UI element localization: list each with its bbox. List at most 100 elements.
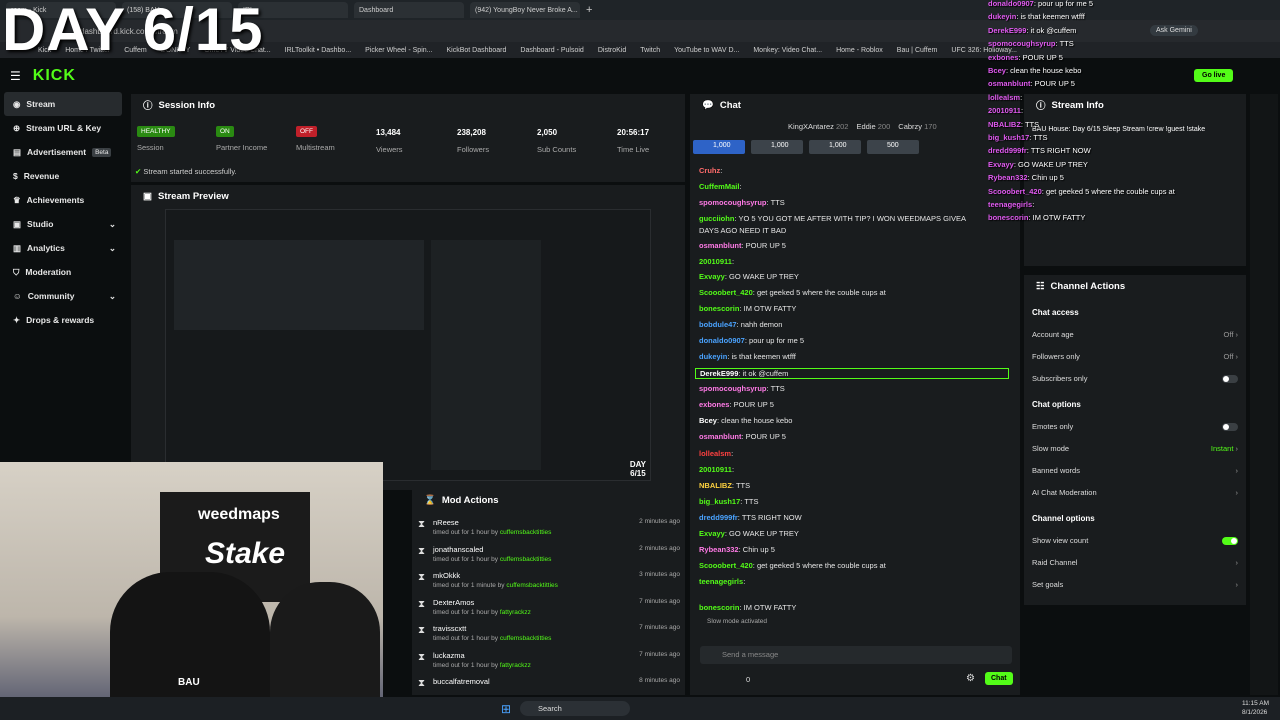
chat-message[interactable]: gucciiohn: YO 5 YOU GOT ME AFTER WITH TI… (699, 214, 966, 223)
bookmark[interactable]: Dashboard - Pulsoid (520, 47, 583, 54)
chat-message[interactable]: Scooobert_420: get geeked 5 where the co… (699, 288, 886, 297)
chat-username[interactable]: spomocoughsyrup (699, 198, 767, 207)
windows-start-icon[interactable]: ⊞ (501, 702, 511, 716)
sidebar-item-stream-url[interactable]: ⊕ Stream URL & Key (0, 116, 126, 140)
chat-message[interactable]: Cruhz: (699, 166, 722, 175)
chat-message[interactable]: donaldo0907: pour up for me 5 (699, 336, 804, 345)
chat-message[interactable]: lollealsm: (699, 449, 733, 458)
chat-message[interactable]: 20010911: (699, 465, 734, 474)
sidebar-item-stream[interactable]: ◉ Stream (4, 92, 122, 116)
channel-setting-row[interactable]: Banned words › (1032, 466, 1238, 480)
chat-message[interactable]: osmanblunt: POUR UP 5 (699, 241, 786, 250)
moderator-name[interactable]: fattyrackzz (500, 609, 531, 616)
mod-username[interactable]: jonathanscaled (433, 545, 483, 554)
chat-message[interactable]: 20010911: (699, 257, 734, 266)
chat-username[interactable]: bobdule47 (699, 320, 737, 329)
bookmark[interactable]: Picker Wheel - Spin... (365, 47, 432, 54)
bookmark[interactable]: Monkey: Video Chat... (753, 47, 822, 54)
chat-input[interactable]: Send a message (700, 646, 1012, 664)
bookmark[interactable]: DistroKid (598, 47, 626, 54)
chat-message[interactable]: bonescorin: IM OTW FATTY (699, 603, 796, 612)
sidebar-item-analytics[interactable]: ▥ Analytics ⌄ (0, 236, 126, 260)
channel-setting-row[interactable]: Emotes only (1032, 422, 1238, 436)
kick-logo[interactable]: KICK (33, 67, 76, 85)
chat-username[interactable]: DerekE999 (700, 369, 738, 378)
chat-message[interactable]: CuffemMail: (699, 182, 742, 191)
mod-action-row[interactable]: ⧗ travisscxtt timed out for 1 hour by cuff… (418, 624, 680, 650)
mod-username[interactable]: mkOkkk (433, 571, 460, 580)
mod-action-row[interactable]: ⧗ luckazma timed out for 1 hour by fattyra… (418, 651, 680, 677)
chat-message[interactable]: bonescorin: IM OTW FATTY (699, 304, 796, 313)
sidebar-item-community[interactable]: ☺ Community ⌄ (0, 284, 126, 308)
chat-message[interactable]: Exvayy: GO WAKE UP TREY (699, 529, 799, 538)
chat-username[interactable]: dukeyin (699, 352, 727, 361)
send-chat-button[interactable]: Chat (985, 672, 1013, 685)
chat-username[interactable]: 20010911 (699, 257, 732, 266)
chat-username[interactable]: Scooobert_420 (699, 561, 753, 570)
chat-username[interactable]: Scooobert_420 (699, 288, 753, 297)
chat-username[interactable]: dredd999fr (699, 513, 738, 522)
setting-toggle[interactable] (1222, 375, 1238, 383)
chat-message[interactable]: osmanblunt: POUR UP 5 (699, 432, 786, 441)
mod-action-row[interactable]: ⧗ buccalfatremoval 8 minutes ago (418, 677, 680, 703)
chat-username[interactable]: Bcey (699, 416, 717, 425)
chat-message[interactable]: exbones: POUR UP 5 (699, 400, 774, 409)
chat-message[interactable]: teenagegirls: (699, 577, 745, 586)
chat-username[interactable]: big_kush17 (699, 497, 740, 506)
moderator-name[interactable]: fattyrackzz (500, 662, 531, 669)
gift-badge[interactable]: 1,000 (693, 140, 745, 154)
chat-message[interactable]: Scooobert_420: get geeked 5 where the co… (699, 561, 886, 570)
new-tab-icon[interactable]: + (586, 4, 592, 16)
mod-action-row[interactable]: ⧗ jonathanscaled timed out for 1 hour by c… (418, 545, 680, 571)
sidebar-item-revenue[interactable]: $ Revenue (0, 164, 126, 188)
channel-setting-row[interactable]: Set goals › (1032, 580, 1238, 594)
chat-username[interactable]: osmanblunt (699, 241, 742, 250)
chat-username[interactable]: CuffemMail (699, 182, 739, 191)
ask-gemini-button[interactable]: Ask Gemini (1150, 25, 1198, 36)
chat-username[interactable]: osmanblunt (699, 432, 742, 441)
sidebar-item-advertisement[interactable]: ▤ Advertisement Beta (0, 140, 126, 164)
mod-username[interactable]: buccalfatremoval (433, 677, 490, 686)
chat-username[interactable]: bonescorin (699, 304, 739, 313)
mod-action-row[interactable]: ⧗ DexterAmos timed out for 1 hour by fatty… (418, 598, 680, 624)
moderator-name[interactable]: cuffemsbacktitties (500, 529, 552, 536)
channel-setting-row[interactable]: Followers only Off › (1032, 352, 1238, 366)
gift-badge[interactable]: 1,000 (751, 140, 803, 154)
channel-setting-row[interactable]: Raid Channel › (1032, 558, 1238, 572)
bookmark[interactable]: Bau | Cuffem (897, 47, 938, 54)
chat-message[interactable]: dukeyin: is that keemen wtfff (699, 352, 796, 361)
chat-message[interactable]: spomocoughsyrup: TTS (699, 198, 785, 207)
chat-username[interactable]: donaldo0907 (699, 336, 745, 345)
chat-message[interactable]: Bcey: clean the house kebo (699, 416, 792, 425)
moderator-name[interactable]: cuffemsbacktitties (500, 635, 552, 642)
sidebar-item-achievements[interactable]: ♛ Achievements (0, 188, 126, 212)
chat-message[interactable]: Rybean332: Chin up 5 (699, 545, 775, 554)
taskbar-search[interactable]: Search (520, 701, 630, 716)
preview-video[interactable]: DAY 6/15 (165, 209, 651, 481)
chat-username[interactable]: NBALIBZ (699, 481, 732, 490)
chat-message[interactable]: DAYS AGO NEED IT BAD (699, 226, 786, 235)
bookmark[interactable]: IRLToolkit • Dashbo... (285, 47, 352, 54)
chat-username[interactable]: exbones (699, 400, 729, 409)
browser-tab[interactable]: Dashboard (354, 2, 464, 18)
chat-message[interactable]: NBALIBZ: TTS (699, 481, 750, 490)
chat-username[interactable]: teenagegirls (699, 577, 743, 586)
mod-username[interactable]: luckazma (433, 651, 465, 660)
chat-message[interactable]: spomocoughsyrup: TTS (699, 384, 785, 393)
channel-setting-row[interactable]: Slow mode Instant › (1032, 444, 1238, 458)
chat-message[interactable]: big_kush17: TTS (699, 497, 758, 506)
mod-username[interactable]: travisscxtt (433, 624, 466, 633)
setting-toggle[interactable] (1222, 537, 1238, 545)
mod-username[interactable]: DexterAmos (433, 598, 474, 607)
bookmark[interactable]: KickBot Dashboard (446, 47, 506, 54)
channel-setting-row[interactable]: AI Chat Moderation › (1032, 488, 1238, 502)
chat-username[interactable]: 20010911 (699, 465, 732, 474)
chat-username[interactable]: spomocoughsyrup (699, 384, 767, 393)
chat-username[interactable]: bonescorin (699, 603, 739, 612)
bookmark[interactable]: Twitch (640, 47, 660, 54)
bookmark[interactable]: Home - Roblox (836, 47, 883, 54)
chat-message[interactable]: Exvayy: GO WAKE UP TREY (699, 272, 799, 281)
mod-action-row[interactable]: ⧗ nReese timed out for 1 hour by cuffemsba… (418, 518, 680, 544)
gift-badge[interactable]: 1,000 (809, 140, 861, 154)
settings-gear-icon[interactable]: ⚙ (966, 673, 975, 684)
